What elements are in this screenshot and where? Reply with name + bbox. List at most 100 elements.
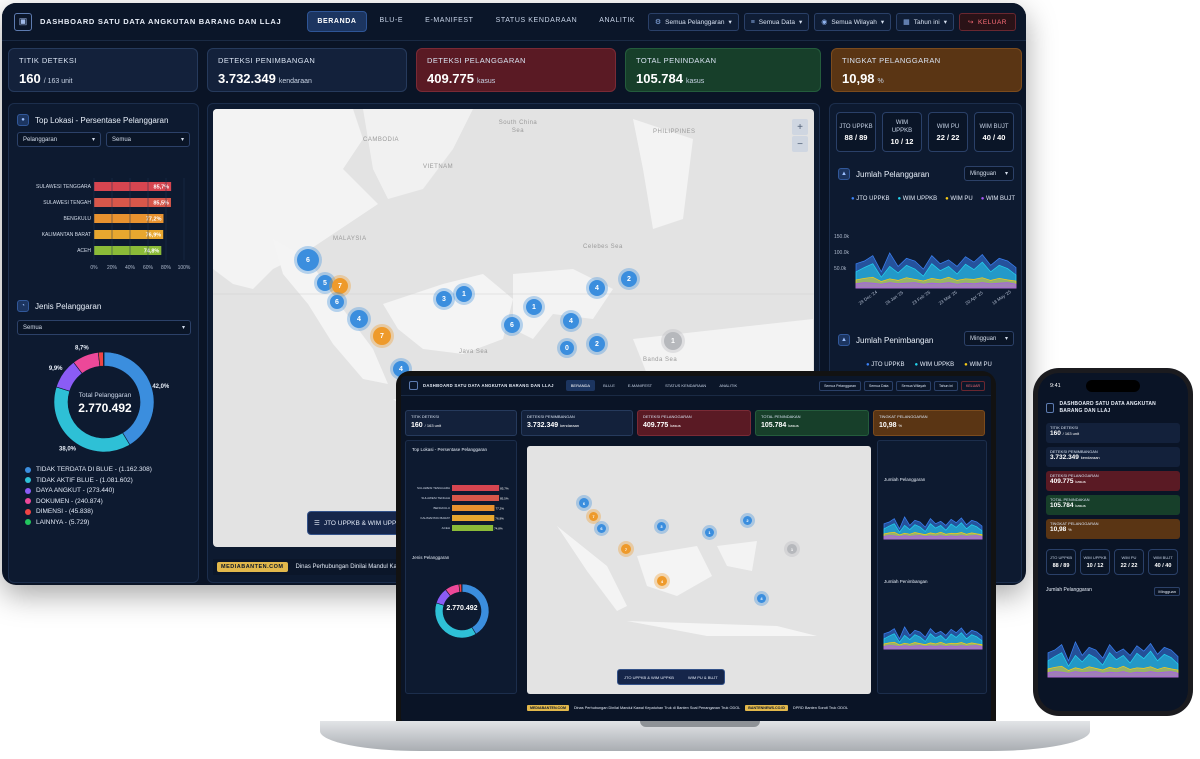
legend-item[interactable]: DOKUMEN - (240.874) <box>25 498 152 505</box>
pie-chart-icon: ◔ <box>17 300 29 312</box>
map-cluster-marker[interactable]: 7 <box>373 327 391 345</box>
nav-tab-analitik[interactable]: ANALITIK <box>590 11 644 32</box>
map-cluster-marker[interactable]: 5 <box>317 275 333 291</box>
map-cluster-marker[interactable]: 4 <box>350 310 368 328</box>
filter-wilayah[interactable]: ◉ Semua Wilayah ▾ <box>814 13 892 31</box>
phone-status-time: 9:41 <box>1050 383 1061 389</box>
unit-value: 10 / 12 <box>1086 563 1104 569</box>
unit-status-card[interactable]: JTO UPPKB 88 / 89 <box>836 112 876 152</box>
filter-data[interactable]: ≡ Semua Data ▾ <box>743 13 810 31</box>
jenis-pelanggaran-select[interactable]: Semua ▾ <box>17 320 191 335</box>
legend-item[interactable]: DAYA ANGKUT - (273.440) <box>25 487 152 494</box>
phone-kpi: TOTAL PENINDAKAN 105.784 kasus <box>1046 495 1180 515</box>
bar-category-label: SULAWESI TENGGARA <box>417 486 450 490</box>
map-cluster-marker[interactable]: 6 <box>504 317 520 333</box>
map-cluster-marker[interactable]: 3 <box>657 522 666 531</box>
legend-item[interactable]: ● JTO UPPKB <box>851 196 890 202</box>
unit-name: JTO UPPKB <box>1049 555 1073 560</box>
legend-item[interactable]: ● WIM BUJT <box>981 196 1015 202</box>
unit-status-card[interactable]: WIM UPPKB 10 / 12 <box>882 112 922 152</box>
bar-value-label: 77,2% <box>495 507 504 511</box>
map-cluster-marker[interactable]: 7 <box>332 278 348 294</box>
map-cluster-marker[interactable]: 3 <box>436 291 452 307</box>
map-cluster-marker[interactable]: 4 <box>589 280 605 296</box>
map-cluster-marker[interactable]: 1 <box>526 299 542 315</box>
map-cluster-marker[interactable]: 4 <box>563 313 579 329</box>
layer-button-wim[interactable]: WIM PU & BUJT <box>688 675 718 680</box>
legend-item[interactable]: DIMENSI - (45.838) <box>25 508 152 515</box>
chevron-down-icon: ▾ <box>943 19 948 26</box>
jumlah-penimbangan-period-select[interactable]: Mingguan ▾ <box>964 331 1014 346</box>
unit-name: JTO UPPKB <box>839 123 873 130</box>
laptop-kpi: TOTAL PENINDAKAN 105.784 kasus <box>755 410 869 436</box>
phone-kpi: DETEKSI PENIMBANGAN 3.732.349 kendaraan <box>1046 447 1180 467</box>
chevron-down-icon: ▾ <box>181 325 185 331</box>
laptop-right-panel: Jumlah Pelanggaran Jumlah Penimbangan <box>877 440 987 694</box>
map-cluster-marker[interactable]: 7 <box>621 544 631 554</box>
unit-status-card[interactable]: WIM BUJT 40 / 40 <box>974 112 1014 152</box>
filter-pelanggaran[interactable]: ⚙ Semua Pelanggaran ▾ <box>647 13 739 31</box>
map-cluster-marker[interactable]: 7 <box>589 512 598 521</box>
laptop-map[interactable]: 6 7 6 7 3 1 2 1 4 4 JTO UPPKB & WIM UPPK… <box>527 446 871 694</box>
laptop-news-ticker: MEDIABANTEN.COM Dinas Perhubungan Dinila… <box>527 702 987 714</box>
nav-tab-beranda[interactable]: BERANDA <box>307 11 367 32</box>
unit-status-card[interactable]: WIM PU 22 / 22 <box>1114 549 1144 575</box>
map-cluster-marker[interactable]: 1 <box>456 286 472 302</box>
jenis-pelanggaran-legend: TIDAK TERDATA DI BLUE - (1.162.308) TIDAK… <box>25 466 152 529</box>
map-cluster-marker[interactable]: 2 <box>589 336 605 352</box>
phone-unit-cards: JTO UPPKB 88 / 89 WIM UPPKB 10 / 12 WIM PU 22… <box>1046 549 1178 575</box>
map-cluster-marker[interactable]: 4 <box>757 594 766 603</box>
unit-status-card[interactable]: WIM BUJT 40 / 40 <box>1148 549 1178 575</box>
unit-value: 40 / 40 <box>982 132 1006 142</box>
nav-tab-e-manifest[interactable]: E-MANIFEST <box>416 11 482 32</box>
app-logo-icon: ▣ <box>14 12 32 31</box>
unit-status-card[interactable]: JTO UPPKB 88 / 89 <box>1046 549 1076 575</box>
unit-status-card[interactable]: WIM PU 22 / 22 <box>928 112 968 152</box>
map-cluster-marker[interactable]: 2 <box>743 516 752 525</box>
legend-item[interactable]: ● WIM PU <box>945 196 973 202</box>
jumlah-pelanggaran-period-select[interactable]: Mingguan ▾ <box>964 166 1014 181</box>
legend-item[interactable]: TIDAK TERDATA DI BLUE - (1.162.308) <box>25 466 152 473</box>
top-lokasi-metric-select[interactable]: Pelanggaran ▾ <box>17 132 101 147</box>
logout-button[interactable]: ↪ KELUAR <box>959 13 1016 31</box>
nav-tab-status-kendaraan[interactable]: STATUS KENDARAAN <box>487 11 587 32</box>
app-logo-icon <box>1046 403 1055 413</box>
legend-swatch <box>25 519 31 525</box>
product-mockup-stage: ▣ DASHBOARD SATU DATA ANGKUTAN BARANG DA… <box>0 0 1200 759</box>
phone-header: DASHBOARD SATU DATA ANGKUTAN BARANG DAN … <box>1046 399 1180 417</box>
map-cluster-marker[interactable]: 6 <box>597 524 606 533</box>
x-tick-label: 23 Mar '25 <box>938 289 959 305</box>
map-cluster-marker[interactable]: 2 <box>621 271 637 287</box>
nav-tab-blu-e[interactable]: BLU-E <box>371 11 413 32</box>
kpi-deteksi-penimbangan: DETEKSI PENIMBANGAN 3.732.349 kendaraan <box>207 48 407 92</box>
map-cluster-marker[interactable]: 6 <box>297 249 319 271</box>
top-lokasi-scope-select[interactable]: Semua ▾ <box>106 132 190 147</box>
map-cluster-marker[interactable]: 1 <box>664 332 682 350</box>
map-cluster-marker[interactable]: 1 <box>787 544 797 554</box>
legend-label: TIDAK TERDATA DI BLUE - (1.162.308) <box>36 466 152 473</box>
map-layer-toggle-button[interactable]: ☰ JTO UPPKB & WIM UPPKB <box>307 511 407 535</box>
unit-status-card[interactable]: WIM UPPKB 10 / 12 <box>1080 549 1110 575</box>
map-cluster-marker[interactable]: 0 <box>560 341 574 355</box>
bar <box>452 525 494 531</box>
filter-tahun[interactable]: ▦ Tahun ini ▾ <box>896 13 955 31</box>
legend-item[interactable]: TIDAK AKTIF BLUE - (1.081.602) <box>25 477 152 484</box>
layer-button-jto[interactable]: JTO UPPKB & WIM UPPKB <box>624 675 674 680</box>
legend-swatch <box>25 487 31 494</box>
legend-item[interactable]: ● WIM UPPKB <box>897 196 937 202</box>
zoom-in-button[interactable]: + <box>792 119 808 135</box>
chevron-down-icon: ▾ <box>1004 336 1008 342</box>
zoom-out-button[interactable]: − <box>792 136 808 152</box>
legend-item[interactable]: LAINNYA - (5.729) <box>25 519 152 526</box>
unit-name: WIM PU <box>936 123 960 130</box>
map-cluster-marker[interactable]: 4 <box>657 576 667 586</box>
kpi-total-penindakan: TOTAL PENINDAKAN 105.784 kasus <box>625 48 821 92</box>
kpi-unit: / 163 unit <box>43 78 73 85</box>
map-cluster-marker[interactable]: 1 <box>705 528 714 537</box>
map-cluster-marker[interactable]: 6 <box>579 498 589 508</box>
map-cluster-marker[interactable]: 6 <box>330 295 344 309</box>
unit-value: 88 / 89 <box>1052 563 1070 569</box>
unit-value: 22 / 22 <box>1120 563 1138 569</box>
bar <box>452 485 500 491</box>
x-tick-label: 80% <box>161 265 172 271</box>
